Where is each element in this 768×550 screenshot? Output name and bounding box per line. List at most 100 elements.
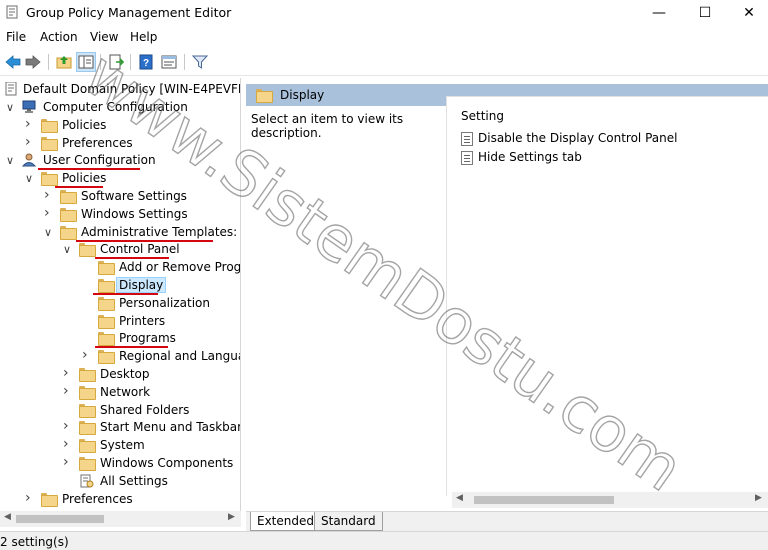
- details-pane: Display Select an item to view its descr…: [246, 78, 768, 511]
- tree-item-label: Software Settings: [81, 189, 187, 203]
- folder-icon: [79, 367, 96, 382]
- show-tree-icon[interactable]: [76, 52, 96, 72]
- menu-file[interactable]: File: [6, 30, 26, 44]
- settings-list[interactable]: Setting Disable the Display Control Pane…: [446, 96, 768, 496]
- no-toggle: [82, 261, 92, 273]
- scroll-thumb[interactable]: [16, 515, 104, 523]
- maximize-button[interactable]: ☐: [682, 0, 728, 26]
- description-panel: Select an item to view its description.: [246, 106, 446, 486]
- svg-text:?: ?: [143, 58, 149, 69]
- forward-icon[interactable]: [24, 53, 42, 71]
- all-settings-icon: [79, 474, 95, 488]
- tree-item-label: Network: [100, 384, 151, 399]
- collapsed-chevron-icon[interactable]: ›: [63, 436, 73, 452]
- scroll-left-icon[interactable]: ◀: [4, 512, 11, 522]
- tab-extended[interactable]: Extended: [250, 512, 321, 531]
- folder-icon: [79, 438, 96, 454]
- folder-icon: [60, 207, 77, 222]
- collapsed-chevron-icon[interactable]: ›: [44, 187, 54, 203]
- window-title: Group Policy Management Editor: [26, 5, 232, 20]
- collapsed-chevron-icon[interactable]: ›: [25, 134, 35, 150]
- tree-item-label: Personalization: [119, 295, 210, 310]
- scroll-right-icon[interactable]: ▶: [228, 512, 235, 522]
- tree-item-label: Programs: [119, 331, 176, 346]
- menu-help[interactable]: Help: [130, 30, 157, 44]
- collapsed-chevron-icon[interactable]: ›: [63, 454, 73, 470]
- column-header-setting[interactable]: Setting: [461, 109, 504, 123]
- red-highlight-underline: [95, 257, 169, 260]
- up-folder-icon[interactable]: [55, 53, 73, 71]
- tree-item-label: Preferences: [62, 135, 133, 150]
- folder-icon: [79, 242, 96, 258]
- tree-item-label: Display: [115, 277, 167, 293]
- tree-item-label: Add or Remove Program: [119, 260, 241, 275]
- collapsed-chevron-icon[interactable]: ›: [44, 205, 54, 221]
- red-highlight-underline: [93, 293, 158, 295]
- settings-horizontal-scrollbar[interactable]: ◀ ▶: [452, 492, 768, 508]
- expanded-chevron-icon[interactable]: ∨: [44, 226, 54, 239]
- no-toggle: [63, 475, 73, 487]
- expanded-chevron-icon[interactable]: ∨: [6, 154, 16, 167]
- tab-standard[interactable]: Standard: [314, 512, 383, 531]
- policy-document-icon: [5, 82, 17, 96]
- close-button[interactable]: ✕: [726, 0, 768, 26]
- tree-item-label: Printers: [119, 313, 166, 328]
- status-text: 2 setting(s): [0, 535, 69, 549]
- no-toggle: [82, 297, 92, 309]
- scroll-thumb[interactable]: [474, 496, 614, 504]
- collapsed-chevron-icon[interactable]: ›: [63, 383, 73, 399]
- collapsed-chevron-icon[interactable]: ›: [82, 347, 92, 363]
- expanded-chevron-icon[interactable]: ∨: [6, 101, 16, 114]
- folder-icon: [79, 385, 96, 400]
- collapsed-chevron-icon[interactable]: ›: [63, 418, 73, 434]
- scroll-left-icon[interactable]: ◀: [456, 493, 463, 503]
- scroll-right-icon[interactable]: ▶: [755, 493, 762, 503]
- minimize-button[interactable]: —: [636, 0, 682, 26]
- red-highlight-underline: [38, 168, 140, 171]
- tree-item-label: Windows Components: [100, 456, 234, 470]
- no-toggle: [63, 404, 73, 416]
- console-tree[interactable]: Default Domain Policy [WIN-E4PEVFKQBJ8 ∨…: [0, 78, 241, 511]
- menu-action[interactable]: Action: [40, 30, 78, 44]
- red-highlight-underline: [76, 239, 213, 242]
- user-icon: [21, 153, 38, 167]
- menu-view[interactable]: View: [90, 30, 118, 44]
- folder-icon: [41, 136, 58, 151]
- toolbar-separator: [48, 54, 49, 70]
- policy-setting-icon: [461, 132, 473, 146]
- folder-icon: [98, 314, 115, 329]
- tree-root-label: Default Domain Policy [WIN-E4PEVFKQBJ8: [23, 82, 240, 96]
- tree-item-label: Start Menu and Taskbar: [100, 420, 241, 435]
- filter-icon[interactable]: [191, 53, 209, 71]
- no-toggle: [82, 315, 92, 327]
- folder-icon: [98, 260, 115, 276]
- tree-item-label: Policies: [62, 117, 107, 132]
- tree-item-label: Windows Settings: [81, 206, 188, 221]
- setting-label: Hide Settings tab: [478, 150, 582, 164]
- expanded-chevron-icon[interactable]: ∨: [63, 243, 73, 256]
- folder-icon: [98, 296, 115, 311]
- folder-icon: [41, 118, 58, 133]
- folder-icon: [79, 420, 96, 436]
- folder-icon: [98, 349, 115, 365]
- tree-item-label: Regional and Language: [119, 349, 240, 364]
- menu-bar: File Action View Help: [0, 26, 768, 48]
- tree-horizontal-scrollbar[interactable]: ◀ ▶: [0, 511, 241, 527]
- folder-icon: [79, 403, 96, 418]
- group-policy-app-icon: [6, 5, 18, 19]
- collapsed-chevron-icon[interactable]: ›: [25, 490, 35, 506]
- tree-item-label: Preferences: [62, 491, 133, 506]
- help-icon[interactable]: ?: [137, 53, 155, 71]
- properties-icon[interactable]: [160, 53, 178, 71]
- collapsed-chevron-icon[interactable]: ›: [25, 116, 35, 132]
- expanded-chevron-icon[interactable]: ∨: [25, 172, 35, 185]
- description-text: Select an item to view its description.: [251, 112, 404, 140]
- back-icon[interactable]: [4, 53, 22, 71]
- collapsed-chevron-icon[interactable]: ›: [63, 365, 73, 381]
- tree-item-label: System: [100, 438, 145, 453]
- folder-icon: [41, 171, 58, 187]
- folder-icon: [79, 456, 96, 471]
- status-bar: 2 setting(s): [0, 531, 768, 550]
- export-list-icon[interactable]: [107, 53, 125, 71]
- tree-item-label: Desktop: [100, 367, 150, 381]
